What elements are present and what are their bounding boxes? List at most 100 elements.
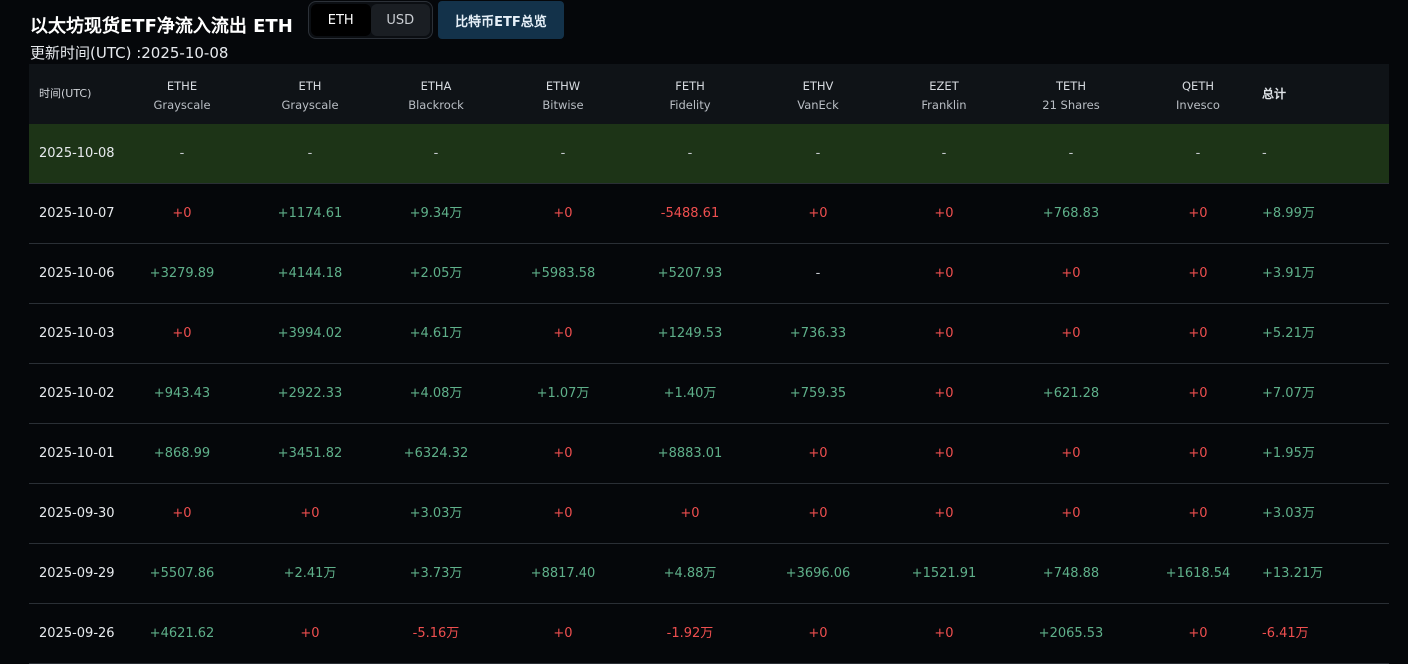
column-header-ethv: ETHV VanEck: [768, 77, 868, 115]
flow-cell-ethw: +0: [553, 506, 573, 521]
column-code: EZET: [929, 79, 959, 93]
row-date: 2025-10-03: [39, 326, 115, 341]
column-header-teth: TETH 21 Shares: [1021, 77, 1121, 115]
flow-cell-feth: +8883.01: [657, 446, 723, 461]
column-code: QETH: [1182, 79, 1214, 93]
flow-cell-qeth: +1618.54: [1165, 566, 1231, 581]
flow-cell-ezet: +0: [934, 386, 954, 401]
flow-cell-ethv: +759.35: [789, 386, 847, 401]
column-issuer: Blackrock: [408, 98, 464, 112]
column-issuer: Invesco: [1176, 98, 1220, 112]
flow-cell-feth: +5207.93: [657, 266, 723, 281]
table-row: 2025-10-03 +0 +3994.02 +4.61万 +0 +1249.53 +736…: [29, 304, 1389, 364]
flow-cell-teth: -: [1068, 146, 1074, 161]
row-total: -: [1262, 146, 1267, 161]
flow-cell-ezet: +0: [934, 506, 954, 521]
btc-etf-overview-button[interactable]: 比特币ETF总览: [438, 1, 564, 39]
flow-cell-eth: +2.41万: [283, 566, 337, 581]
flow-cell-etha: +3.03万: [409, 506, 463, 521]
flow-cell-eth: +0: [300, 626, 320, 641]
row-total: +13.21万: [1262, 566, 1324, 581]
table-row: 2025-10-02 +943.43 +2922.33 +4.08万 +1.07万 +1.…: [29, 364, 1389, 424]
column-issuer: 21 Shares: [1042, 98, 1100, 112]
flow-cell-eth: +4144.18: [277, 266, 343, 281]
flow-cell-ethw: +1.07万: [536, 386, 590, 401]
flow-cell-qeth: +0: [1188, 386, 1208, 401]
column-header-feth: FETH Fidelity: [640, 77, 740, 115]
table-row: 2025-09-26 +4621.62 +0 -5.16万 +0 -1.92万 +0 +0 +2…: [29, 604, 1389, 664]
row-date: 2025-10-01: [39, 446, 115, 461]
flow-cell-eth: +2922.33: [277, 386, 343, 401]
flow-cell-ethw: +0: [553, 446, 573, 461]
row-date: 2025-10-02: [39, 386, 115, 401]
flow-cell-etha: -5.16万: [412, 626, 460, 641]
flow-cell-ethe: +4621.62: [149, 626, 215, 641]
toggle-eth-button[interactable]: ETH: [311, 4, 371, 36]
column-issuer: Grayscale: [281, 98, 339, 112]
flow-cell-ethw: +0: [553, 626, 573, 641]
toggle-usd-button[interactable]: USD: [370, 4, 430, 36]
row-date: 2025-10-07: [39, 206, 115, 221]
flow-cell-feth: -1.92万: [666, 626, 714, 641]
flow-cell-teth: +2065.53: [1038, 626, 1104, 641]
flow-cell-ethe: +0: [172, 206, 192, 221]
flow-cell-ethv: +0: [808, 206, 828, 221]
flow-cell-ezet: +1521.91: [911, 566, 977, 581]
flow-cell-feth: +0: [680, 506, 700, 521]
total-column-header: 总计: [1262, 87, 1287, 101]
flow-cell-ezet: +0: [934, 266, 954, 281]
table-header: 时间(UTC) 总计 ETHE Grayscale ETH Grayscale ETHA…: [29, 64, 1389, 124]
flow-cell-feth: +1.40万: [663, 386, 717, 401]
flow-cell-ethe: +868.99: [153, 446, 211, 461]
table-row: 2025-10-06 +3279.89 +4144.18 +2.05万 +5983.58…: [29, 244, 1389, 304]
flow-cell-ethw: +0: [553, 206, 573, 221]
column-code: ETHW: [545, 79, 581, 93]
column-code: TETH: [1056, 79, 1086, 93]
flow-cell-teth: +0: [1061, 446, 1081, 461]
flow-cell-teth: +0: [1061, 506, 1081, 521]
flow-cell-teth: +0: [1061, 326, 1081, 341]
flow-cell-qeth: +0: [1188, 506, 1208, 521]
table-row: 2025-09-30 +0 +0 +3.03万 +0 +0 +0 +0 +0 +0 +3.03万: [29, 484, 1389, 544]
row-total: +3.91万: [1262, 266, 1315, 281]
flow-cell-qeth: +0: [1188, 446, 1208, 461]
row-total: +5.21万: [1262, 326, 1315, 341]
table-row: 2025-10-08 - - - - - - - - - -: [29, 124, 1389, 184]
column-issuer: Bitwise: [542, 98, 584, 112]
row-total: +3.03万: [1262, 506, 1315, 521]
flow-cell-ethe: -: [179, 146, 185, 161]
flow-cell-ezet: +0: [934, 206, 954, 221]
page-header: 以太坊现货ETF净流入流出 ETH ETH USD 比特币ETF总览 更新时间(…: [30, 0, 1390, 64]
row-date: 2025-09-26: [39, 626, 115, 641]
row-total: +8.99万: [1262, 206, 1315, 221]
etf-flow-table: 时间(UTC) 总计 ETHE Grayscale ETH Grayscale ETHA…: [29, 64, 1389, 664]
column-code: ETH: [298, 79, 322, 93]
row-total: +7.07万: [1262, 386, 1315, 401]
column-issuer: Franklin: [921, 98, 967, 112]
flow-cell-ethe: +0: [172, 326, 192, 341]
update-time: 更新时间(UTC) :2025-10-08: [30, 44, 229, 62]
flow-cell-ezet: +0: [934, 626, 954, 641]
flow-cell-feth: +1249.53: [657, 326, 723, 341]
table-row: 2025-09-29 +5507.86 +2.41万 +3.73万 +8817.40 +4…: [29, 544, 1389, 604]
flow-cell-ethv: +736.33: [789, 326, 847, 341]
flow-cell-ethv: -: [815, 266, 821, 281]
flow-cell-teth: +768.83: [1042, 206, 1100, 221]
flow-cell-feth: +4.88万: [663, 566, 717, 581]
table-row: 2025-10-07 +0 +1174.61 +9.34万 +0 -5488.61 +0 +0…: [29, 184, 1389, 244]
flow-cell-qeth: +0: [1188, 626, 1208, 641]
flow-cell-qeth: -: [1195, 146, 1201, 161]
column-header-qeth: QETH Invesco: [1148, 77, 1248, 115]
flow-cell-ezet: +0: [934, 446, 954, 461]
flow-cell-ethe: +5507.86: [149, 566, 215, 581]
row-date: 2025-09-30: [39, 506, 115, 521]
flow-cell-etha: +3.73万: [409, 566, 463, 581]
table-row: 2025-10-01 +868.99 +3451.82 +6324.32 +0 +8883…: [29, 424, 1389, 484]
column-code: ETHV: [802, 79, 834, 93]
column-header-etha: ETHA Blackrock: [386, 77, 486, 115]
flow-cell-ethv: +0: [808, 626, 828, 641]
flow-cell-ethw: +0: [553, 326, 573, 341]
column-issuer: Grayscale: [153, 98, 211, 112]
page-title: 以太坊现货ETF净流入流出 ETH: [30, 16, 293, 37]
flow-cell-ethw: +8817.40: [530, 566, 596, 581]
